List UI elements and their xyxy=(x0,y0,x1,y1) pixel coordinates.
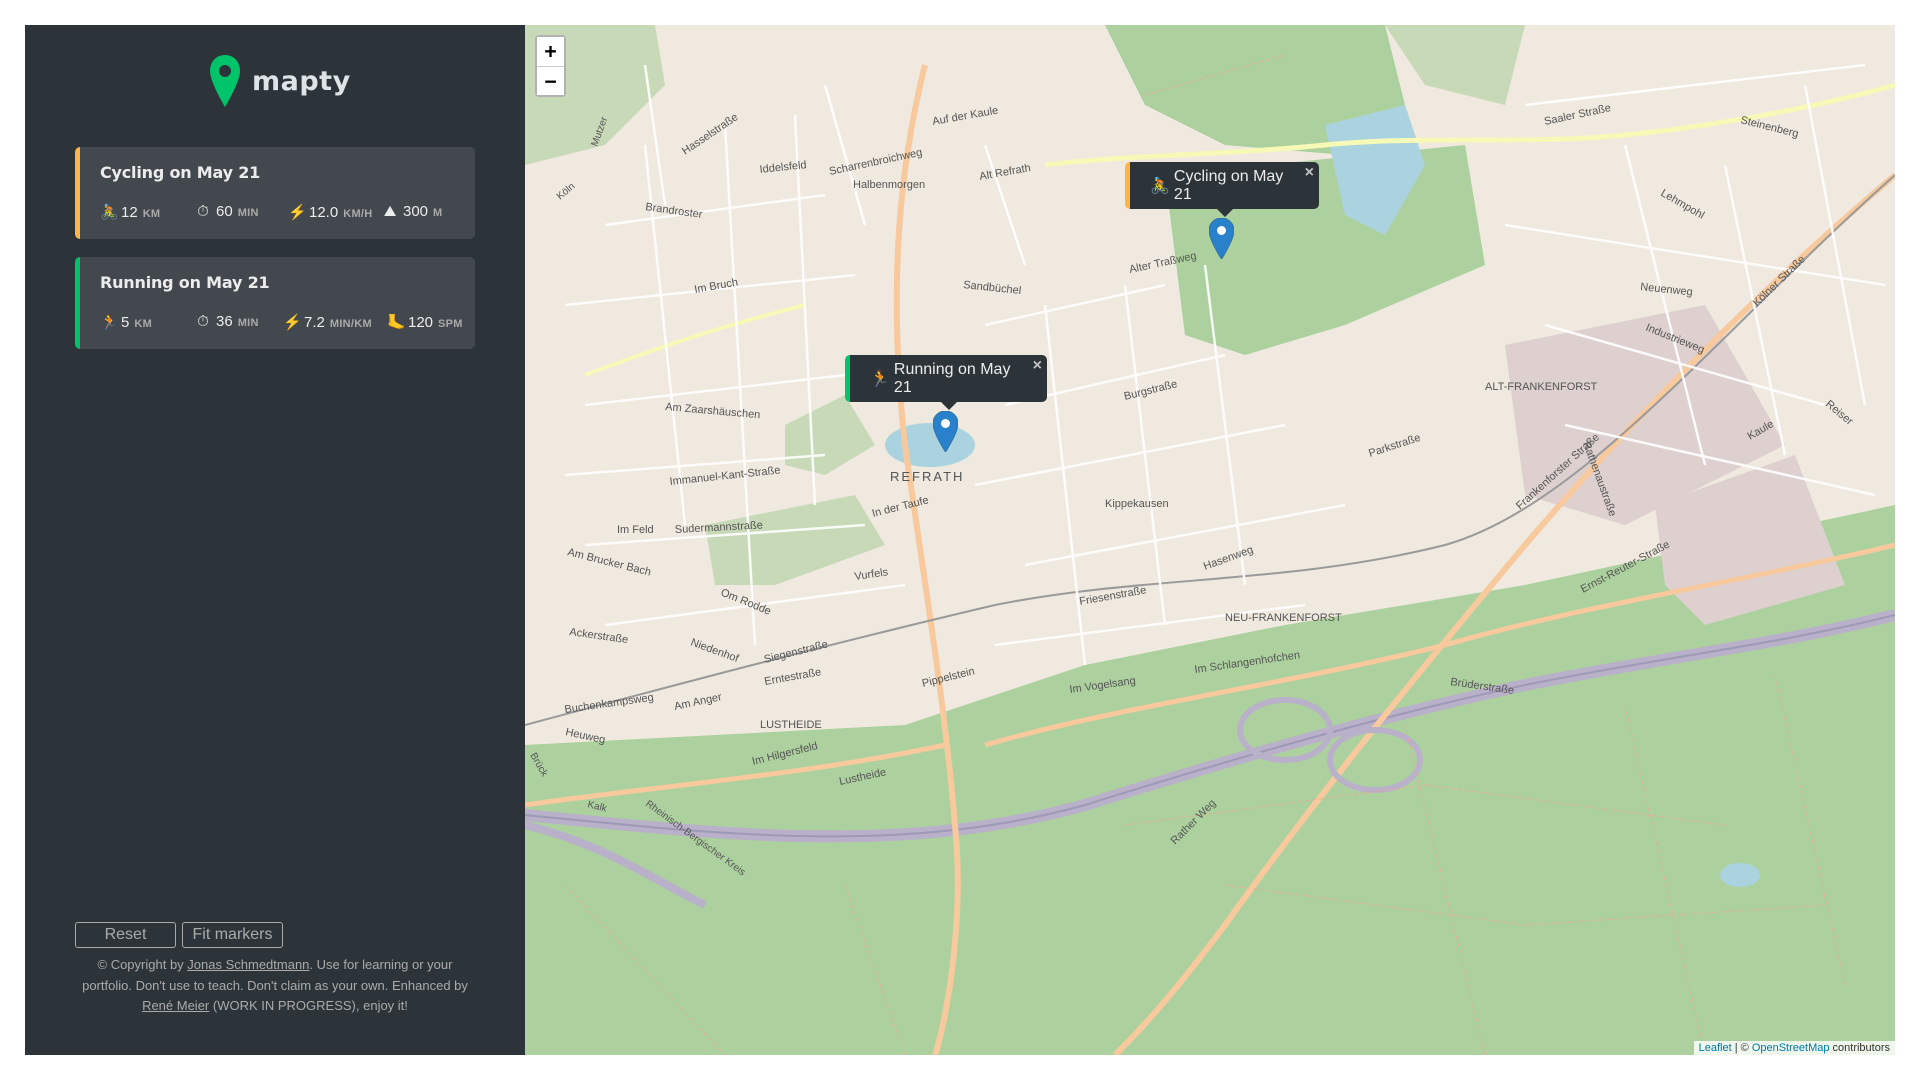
detail-value: 60 xyxy=(216,203,233,220)
detail-value: 120 xyxy=(408,314,434,331)
workout-title: Running on May 21 xyxy=(100,273,270,292)
detail-unit: km xyxy=(142,208,161,220)
location-pin-logo-icon xyxy=(210,55,240,107)
workout-card-cycling[interactable]: Cycling on May 21 🚴 12 km ⏱ 60 min ⚡ 12.… xyxy=(75,147,475,239)
zoom-control: + − xyxy=(535,35,566,97)
detail-value: 12.0 xyxy=(309,204,339,221)
cycling-icon: 🚴 xyxy=(1150,177,1170,195)
detail-unit: m xyxy=(433,207,443,219)
workout-card-running[interactable]: Running on May 21 🏃 5 km ⏱ 36 min ⚡ 7.2 … xyxy=(75,257,475,349)
map-attribution: Leaflet | © OpenStreetMap contributors xyxy=(1693,1041,1895,1055)
workout-detail-distance: 🚴 12 km xyxy=(100,203,160,221)
detail-unit: min/km xyxy=(329,318,372,330)
copyright-prefix: © Copyright by xyxy=(97,957,188,972)
detail-value: 12 xyxy=(121,204,138,221)
detail-unit: min xyxy=(237,207,259,219)
workout-detail-duration: ⏱ 60 min xyxy=(195,203,259,220)
popup-label: Running on May 21 xyxy=(893,360,1011,396)
workout-detail-speed: ⚡ 12.0 km/h xyxy=(288,203,373,221)
detail-value: 36 xyxy=(216,313,233,330)
detail-unit: km xyxy=(134,318,153,330)
footprint-icon: 🦶 xyxy=(387,314,406,331)
workout-title: Cycling on May 21 xyxy=(100,163,261,182)
running-icon: 🏃 xyxy=(100,314,119,331)
openstreetmap-link[interactable]: OpenStreetMap xyxy=(1752,1042,1830,1054)
place-label-alt-frankenforst: ALT-FRANKENFORST xyxy=(1485,381,1598,393)
enhanced-prefix: Enhanced by xyxy=(392,977,468,993)
enhancer-link[interactable]: René Meier xyxy=(142,998,209,1013)
zoom-out-button[interactable]: − xyxy=(537,66,564,95)
street-im-feld: Im Feld xyxy=(617,524,654,536)
attribution-tail: contributors xyxy=(1829,1042,1890,1054)
detail-unit: min xyxy=(237,317,259,329)
zoom-in-button[interactable]: + xyxy=(537,37,564,66)
lightning-icon: ⚡ xyxy=(283,314,302,331)
close-icon[interactable]: × xyxy=(1305,164,1314,182)
street-halbenmorgen: Halbenmorgen xyxy=(853,179,925,191)
workout-detail-distance: 🏃 5 km xyxy=(100,313,152,331)
map-marker-running[interactable] xyxy=(933,411,958,452)
reset-button[interactable]: Reset xyxy=(75,922,176,948)
map-popup-cycling[interactable]: 🚴 Cycling on May 21 × xyxy=(1125,162,1319,217)
copyright-text: © Copyright by Jonas Schmedtmann. Use fo… xyxy=(75,955,475,1017)
app-name: mapty xyxy=(252,65,351,97)
detail-unit: spm xyxy=(438,318,463,330)
detail-value: 300 xyxy=(403,203,429,220)
popup-label: Cycling on May 21 xyxy=(1173,167,1284,203)
sidebar: mapty Cycling on May 21 🚴 12 km ⏱ 60 min… xyxy=(25,25,525,1055)
place-label-lustheide: LUSTHEIDE xyxy=(760,719,822,731)
stopwatch-icon: ⏱ xyxy=(197,203,209,220)
popup-tip xyxy=(1216,209,1233,217)
place-label-neu-frankenforst: NEU-FRANKENFORST xyxy=(1225,612,1342,624)
map[interactable]: REFRATH ALT-FRANKENFORST NEU-FRANKENFORS… xyxy=(525,25,1895,1055)
detail-unit: km/h xyxy=(343,208,373,220)
mountain-icon: ⛰ xyxy=(383,203,397,220)
logo: mapty xyxy=(210,55,351,107)
stopwatch-icon: ⏱ xyxy=(197,313,209,330)
detail-value: 7.2 xyxy=(304,314,325,331)
workout-detail-elevation: ⛰ 300 m xyxy=(382,203,443,220)
close-icon[interactable]: × xyxy=(1033,357,1042,375)
popup-tip xyxy=(940,402,957,410)
detail-value: 5 xyxy=(121,314,130,331)
place-label-refrath: REFRATH xyxy=(890,469,964,484)
app-window: mapty Cycling on May 21 🚴 12 km ⏱ 60 min… xyxy=(25,25,1895,1055)
workout-detail-cadence: 🦶 120 spm xyxy=(387,313,463,331)
leaflet-link[interactable]: Leaflet xyxy=(1699,1042,1732,1054)
copyright-suffix: (WORK IN PROGRESS), enjoy it! xyxy=(209,998,408,1013)
author-link[interactable]: Jonas Schmedtmann xyxy=(187,957,309,972)
map-popup-running[interactable]: 🏃 Running on May 21 × xyxy=(845,355,1047,410)
sidebar-actions: Reset Fit markers xyxy=(75,922,283,948)
running-icon: 🏃 xyxy=(870,370,890,388)
cycling-icon: 🚴 xyxy=(100,204,119,221)
map-marker-cycling[interactable] xyxy=(1209,218,1234,259)
street-kippekausen: Kippekausen xyxy=(1105,498,1169,510)
fit-markers-button[interactable]: Fit markers xyxy=(182,922,283,948)
lightning-icon: ⚡ xyxy=(288,204,307,221)
workout-detail-pace: ⚡ 7.2 min/km xyxy=(283,313,372,331)
attribution-separator: | © xyxy=(1731,1042,1752,1054)
workout-detail-duration: ⏱ 36 min xyxy=(195,313,259,330)
